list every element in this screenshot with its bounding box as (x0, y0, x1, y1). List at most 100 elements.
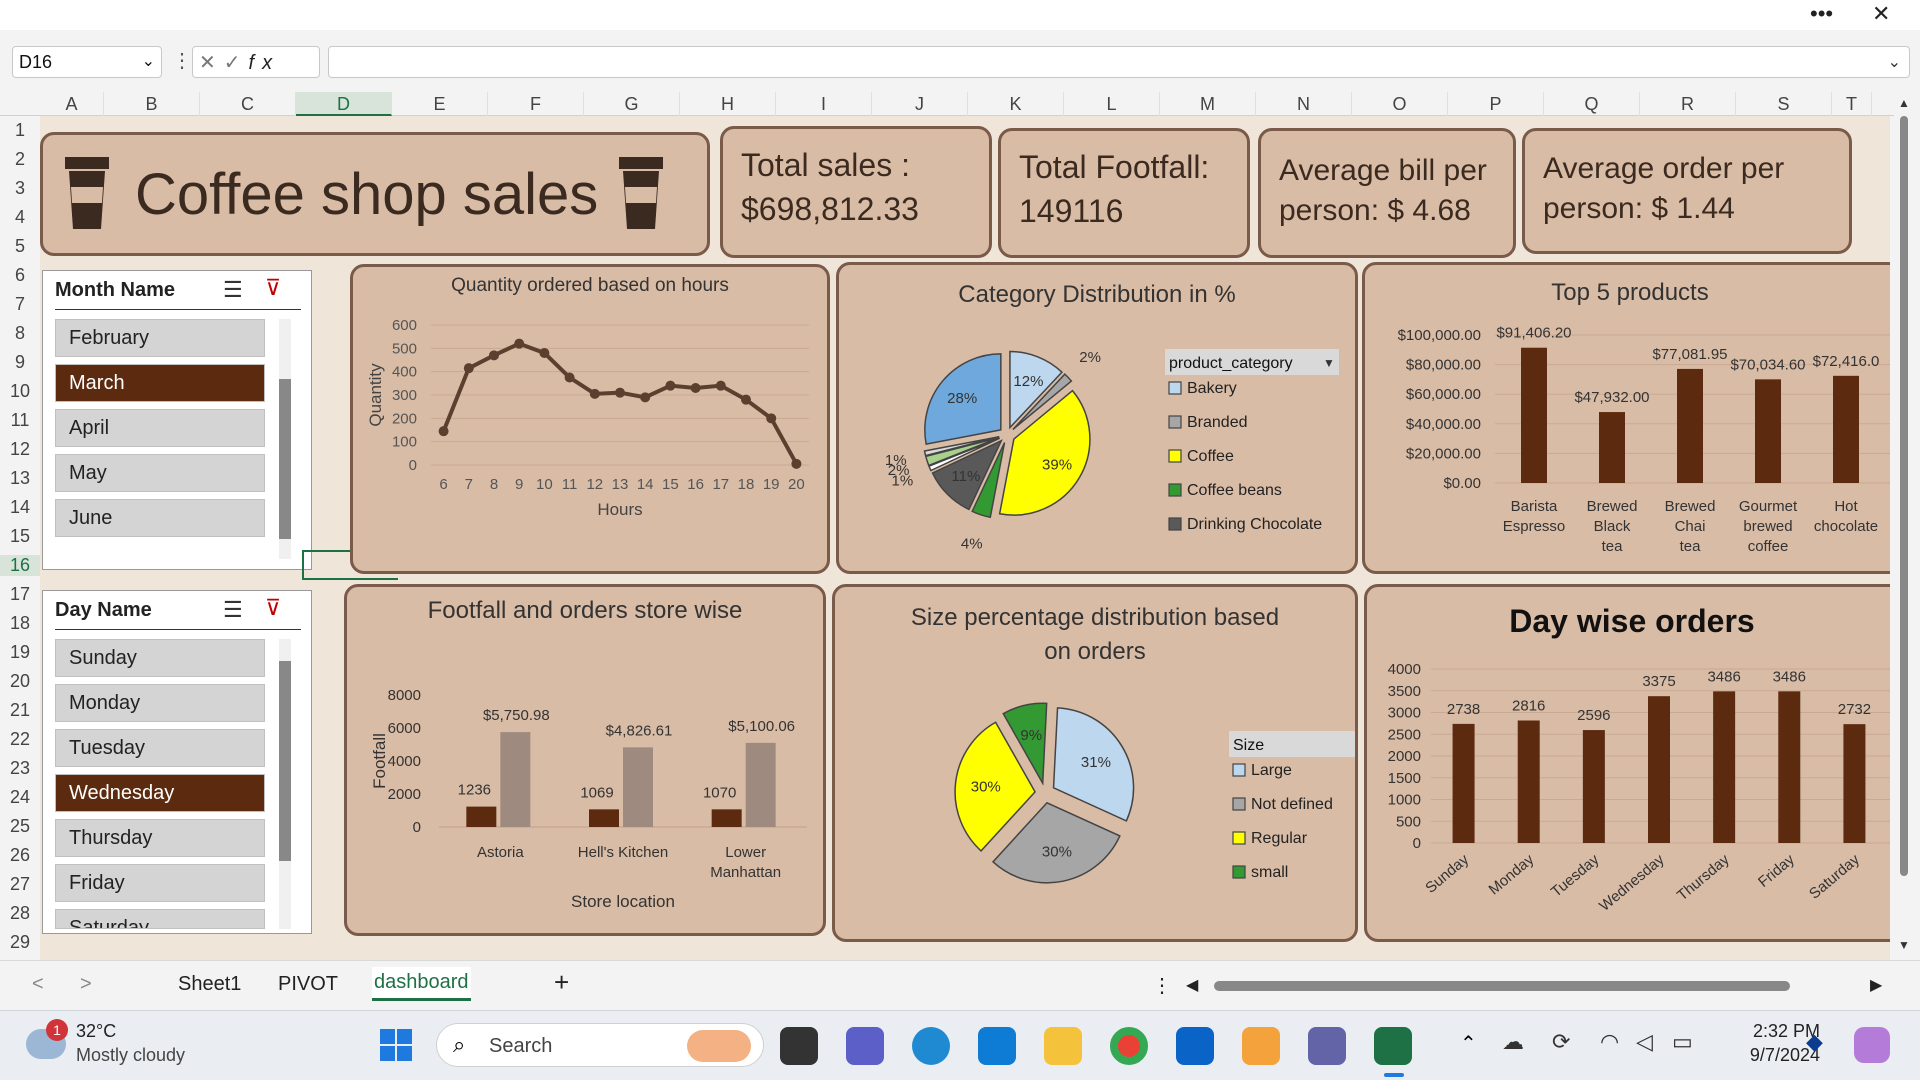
tab-pivot[interactable]: PIVOT (278, 973, 338, 996)
horizontal-scrollbar-thumb[interactable] (1214, 981, 1790, 991)
edge-icon[interactable] (912, 1027, 950, 1065)
row-header-20[interactable]: 20 (0, 671, 40, 692)
onedrive-icon[interactable]: ☁ (1502, 1029, 1524, 1055)
row-header-13[interactable]: 13 (0, 468, 40, 489)
add-sheet-icon[interactable]: + (554, 967, 569, 998)
hscroll-left-icon[interactable]: ◀ (1186, 975, 1198, 995)
slicer-item-february[interactable]: February (55, 319, 265, 357)
column-header-g[interactable]: G (584, 92, 680, 116)
row-header-8[interactable]: 8 (0, 323, 40, 344)
battery-icon[interactable]: ▭ (1672, 1029, 1693, 1055)
multi-select-icon[interactable]: ☰ (223, 597, 243, 623)
expand-formula-icon[interactable]: ⌄ (1888, 52, 1901, 72)
column-header-k[interactable]: K (968, 92, 1064, 116)
vertical-scrollbar-thumb[interactable] (1900, 116, 1908, 876)
windows-start-icon[interactable] (380, 1029, 412, 1061)
column-header-h[interactable]: H (680, 92, 776, 116)
volume-icon[interactable]: ◁ (1636, 1029, 1653, 1055)
slicer-item-march[interactable]: March (55, 364, 265, 402)
column-header-o[interactable]: O (1352, 92, 1448, 116)
close-icon[interactable]: ✕ (1872, 0, 1890, 28)
row-header-18[interactable]: 18 (0, 613, 40, 634)
slicer-item-sunday[interactable]: Sunday (55, 639, 265, 677)
slicer-scrollbar[interactable] (279, 661, 291, 861)
slicer-item-april[interactable]: April (55, 409, 265, 447)
insert-function-icon[interactable]: fx (249, 52, 281, 74)
tab-scroll-right-icon[interactable]: > (80, 973, 92, 996)
copilot-icon[interactable] (1854, 1027, 1890, 1063)
sync-icon[interactable]: ⟳ (1552, 1029, 1570, 1055)
chevron-down-icon[interactable]: ⌄ (142, 51, 155, 71)
column-header-a[interactable]: A (40, 92, 104, 116)
column-header-n[interactable]: N (1256, 92, 1352, 116)
column-header-p[interactable]: P (1448, 92, 1544, 116)
chrome-icon[interactable] (1110, 1027, 1148, 1065)
wifi-icon[interactable]: ◠ (1600, 1029, 1619, 1055)
column-header-r[interactable]: R (1640, 92, 1736, 116)
row-header-1[interactable]: 1 (0, 120, 40, 141)
row-header-7[interactable]: 7 (0, 294, 40, 315)
row-header-24[interactable]: 24 (0, 787, 40, 808)
row-header-29[interactable]: 29 (0, 932, 40, 953)
slicer-scrollbar[interactable] (279, 379, 291, 539)
tab-sheet1[interactable]: Sheet1 (178, 973, 241, 996)
file-explorer-icon[interactable] (1044, 1027, 1082, 1065)
row-header-4[interactable]: 4 (0, 207, 40, 228)
vertical-dots-icon[interactable]: ⋮ (172, 48, 192, 73)
column-header-m[interactable]: M (1160, 92, 1256, 116)
row-header-21[interactable]: 21 (0, 700, 40, 721)
slicer-item-tuesday[interactable]: Tuesday (55, 729, 265, 767)
row-header-5[interactable]: 5 (0, 236, 40, 257)
clear-filter-icon[interactable]: ⊽ (265, 595, 281, 621)
slicer-item-thursday[interactable]: Thursday (55, 819, 265, 857)
row-header-12[interactable]: 12 (0, 439, 40, 460)
slicer-item-saturday[interactable]: Saturday (55, 909, 265, 929)
row-header-14[interactable]: 14 (0, 497, 40, 518)
more-options-icon[interactable]: ••• (1810, 0, 1833, 28)
teams-icon[interactable] (846, 1027, 884, 1065)
scroll-down-icon[interactable]: ▼ (1898, 938, 1910, 952)
tab-scroll-left-icon[interactable]: < (32, 973, 44, 996)
slicer-item-may[interactable]: May (55, 454, 265, 492)
clock-time[interactable]: 2:32 PM (1720, 1021, 1820, 1042)
column-header-e[interactable]: E (392, 92, 488, 116)
slicer-item-friday[interactable]: Friday (55, 864, 265, 902)
taskbar-search[interactable]: ⌕ Search (436, 1023, 764, 1067)
outlook-icon[interactable] (1176, 1027, 1214, 1065)
excel-icon[interactable] (1374, 1027, 1412, 1065)
row-header-2[interactable]: 2 (0, 149, 40, 170)
row-header-11[interactable]: 11 (0, 410, 40, 431)
slicer-item-wednesday[interactable]: Wednesday (55, 774, 265, 812)
snipping-tool-icon[interactable] (1242, 1027, 1280, 1065)
row-header-27[interactable]: 27 (0, 874, 40, 895)
column-header-d[interactable]: D (296, 92, 392, 116)
column-header-t[interactable]: T (1832, 92, 1872, 116)
column-header-f[interactable]: F (488, 92, 584, 116)
task-view-icon[interactable] (780, 1027, 818, 1065)
hscroll-right-icon[interactable]: ▶ (1870, 975, 1882, 995)
notifications-bell-icon[interactable]: ◆ (1806, 1029, 1823, 1055)
row-header-9[interactable]: 9 (0, 352, 40, 373)
row-header-26[interactable]: 26 (0, 845, 40, 866)
cancel-icon[interactable]: ✕ (199, 52, 224, 74)
slicer-item-monday[interactable]: Monday (55, 684, 265, 722)
row-header-19[interactable]: 19 (0, 642, 40, 663)
column-header-i[interactable]: I (776, 92, 872, 116)
column-header-j[interactable]: J (872, 92, 968, 116)
row-header-6[interactable]: 6 (0, 265, 40, 286)
column-header-c[interactable]: C (200, 92, 296, 116)
teams-work-icon[interactable] (1308, 1027, 1346, 1065)
row-header-15[interactable]: 15 (0, 526, 40, 547)
scroll-up-icon[interactable]: ▲ (1898, 96, 1910, 110)
multi-select-icon[interactable]: ☰ (223, 277, 243, 303)
column-header-l[interactable]: L (1064, 92, 1160, 116)
vscode-icon[interactable] (978, 1027, 1016, 1065)
row-header-3[interactable]: 3 (0, 178, 40, 199)
row-header-23[interactable]: 23 (0, 758, 40, 779)
slicer-item-june[interactable]: June (55, 499, 265, 537)
clock-date[interactable]: 9/7/2024 (1720, 1045, 1820, 1066)
vertical-dots-icon[interactable]: ⋮ (1152, 973, 1172, 998)
row-header-10[interactable]: 10 (0, 381, 40, 402)
enter-icon[interactable]: ✓ (224, 52, 249, 74)
column-header-b[interactable]: B (104, 92, 200, 116)
